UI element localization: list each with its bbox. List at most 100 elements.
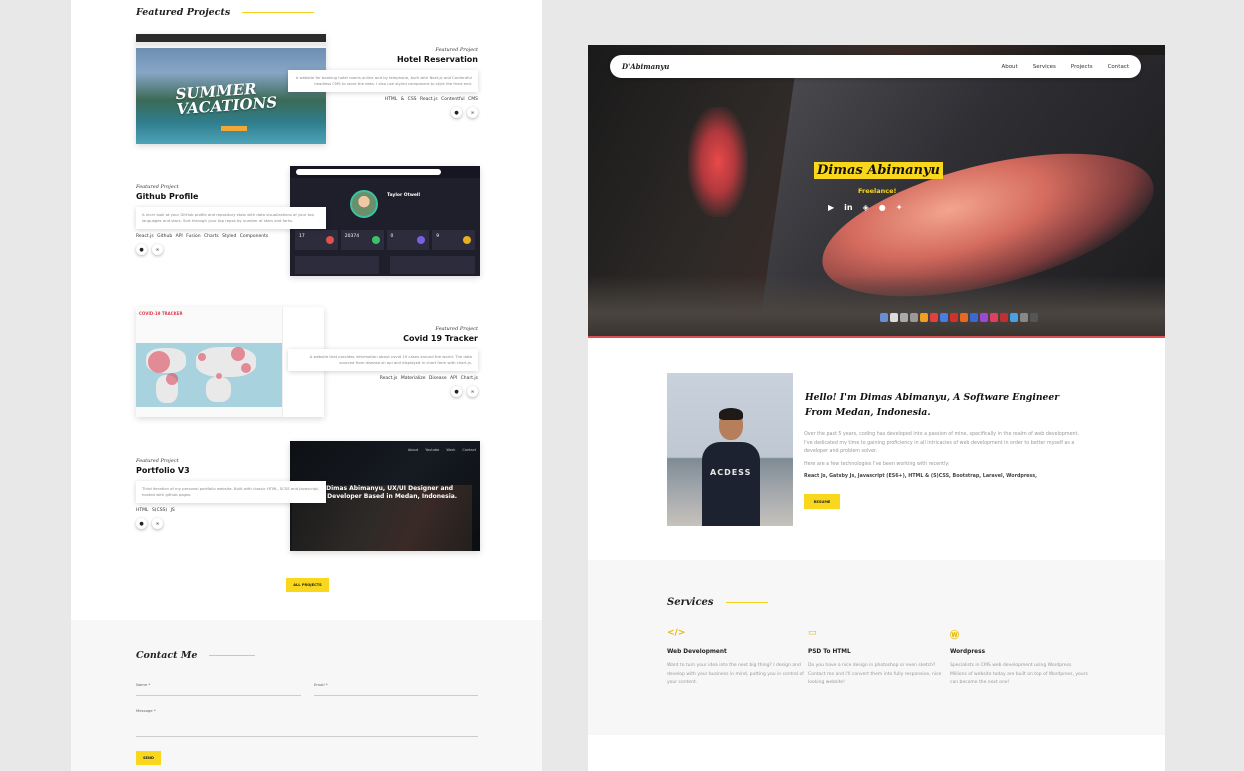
contact-title: Contact Me: [136, 650, 198, 661]
message-field[interactable]: [136, 736, 478, 737]
message-field-label: Message *: [136, 708, 156, 713]
nav-services[interactable]: Services: [1033, 64, 1056, 70]
project-links: ● ∞: [288, 386, 478, 397]
hero-bg-floor: [588, 275, 1165, 338]
project-card-hotel: Featured Project Hotel Reservation A web…: [288, 47, 478, 118]
hero-name: Dimas Abimanyu: [814, 162, 943, 179]
project-links: ● ∞: [136, 518, 326, 529]
project-kicker: Featured Project: [435, 326, 478, 332]
service-description: Specialists in CMS web development using…: [950, 663, 1088, 685]
hero-bg-dock: [880, 313, 1038, 324]
link-icon[interactable]: ∞: [152, 518, 163, 529]
github-icon[interactable]: ●: [451, 107, 462, 118]
code-icon: </>: [667, 628, 686, 638]
heading-underline: [209, 655, 256, 656]
portfolio-home-page: D'Abimanyu About Services Projects Conta…: [588, 45, 1165, 771]
nav-links: About Services Projects Contact: [1001, 64, 1129, 70]
project-links: ● ∞: [288, 107, 478, 118]
brand-logo[interactable]: D'Abimanyu: [622, 62, 669, 71]
services-heading: Services: [667, 597, 768, 608]
top-navbar: D'Abimanyu About Services Projects Conta…: [610, 55, 1141, 78]
nav-projects[interactable]: Projects: [1071, 64, 1093, 70]
github-icon[interactable]: ●: [136, 518, 147, 529]
project-card-github: Featured Project Github Profile A nicer …: [136, 184, 326, 255]
twitter-icon[interactable]: ✦: [896, 203, 903, 212]
project-tech-list: HTML & CSS React.js Contentful CMS: [384, 97, 478, 102]
featured-projects-page: Featured Projects SUMMER VACATIONS Featu…: [71, 0, 542, 771]
project-tech-list: HTML S(CSS) JS: [136, 508, 175, 513]
contact-heading: Contact Me: [136, 650, 256, 661]
service-description: Want to turn your idea into the next big…: [667, 663, 804, 685]
github-icon[interactable]: ●: [879, 203, 886, 212]
service-description: Do you have a nice design in photoshop o…: [808, 663, 942, 685]
thumb-search: [296, 169, 441, 175]
contact-section: Contact Me Name * Email * Message * SEND: [71, 620, 542, 771]
thumb-world-map: [136, 343, 282, 407]
about-paragraph: Over the past 5 years, coding has develo…: [804, 432, 1079, 454]
stat-card: 0: [386, 230, 430, 250]
photo-person: ACDESS: [702, 408, 762, 526]
email-field[interactable]: [314, 695, 478, 696]
thumb-navbar: About Youtube Work Contact: [407, 448, 476, 452]
about-heading: Hello! I'm Dimas Abimanyu, A Software En…: [805, 392, 1060, 418]
thumb-cta: [221, 126, 247, 131]
codepen-icon[interactable]: ◈: [863, 203, 869, 212]
service-web-development: </> Web Development Want to turn your id…: [667, 628, 805, 688]
nav-contact[interactable]: Contact: [1108, 64, 1129, 70]
profile-photo: ACDESS: [667, 373, 793, 526]
project-kicker: Featured Project: [136, 458, 179, 464]
link-icon[interactable]: ∞: [467, 386, 478, 397]
thumb-panel: [295, 256, 379, 274]
project-tech-list: React.js Materialize Disease API Chart.j…: [379, 376, 478, 381]
resume-button[interactable]: RESUME: [804, 494, 840, 509]
project-title: Github Profile: [136, 192, 199, 201]
link-icon[interactable]: ∞: [467, 107, 478, 118]
project-title: Hotel Reservation: [396, 55, 478, 64]
email-field-label: Email *: [314, 682, 328, 687]
hero-bg-lamp: [688, 107, 748, 217]
name-field[interactable]: [136, 695, 301, 696]
service-title: Web Development: [667, 649, 727, 655]
project-title: Portfolio V3: [136, 466, 190, 475]
hero-role: Freelance!: [858, 187, 897, 195]
github-icon[interactable]: ●: [136, 244, 147, 255]
thumb-app-title: COVID-19 TRACKER: [139, 311, 183, 316]
services-section: Services </> Web Development Want to tur…: [588, 560, 1165, 735]
project-description: A nicer look at your GitHub profile and …: [136, 207, 326, 229]
youtube-icon[interactable]: ▶: [828, 203, 834, 212]
monitor-icon: ▭: [808, 628, 817, 638]
featured-projects-heading: Featured Projects: [136, 7, 315, 18]
project-description: A website that provides information abou…: [288, 349, 478, 371]
linkedin-icon[interactable]: in: [844, 203, 852, 212]
about-tech-list: React Js, Gatsby Js, Javascript (ES6+), …: [804, 474, 1037, 479]
avatar: [350, 190, 378, 218]
project-kicker: Featured Project: [435, 47, 478, 53]
wordpress-icon: Ⓦ: [950, 631, 960, 641]
hero-section: D'Abimanyu About Services Projects Conta…: [588, 45, 1165, 338]
featured-projects-title: Featured Projects: [136, 7, 231, 18]
heading-underline: [242, 12, 315, 13]
thumb-panel: [390, 256, 475, 274]
send-button[interactable]: SEND: [136, 751, 161, 765]
stat-card: 9: [432, 230, 475, 250]
services-title: Services: [667, 597, 714, 608]
stat-card: 20374: [340, 230, 384, 250]
service-title: PSD To HTML: [808, 649, 851, 655]
about-tech-intro: Here are a few technologies I've been wo…: [804, 462, 950, 467]
all-projects-button[interactable]: ALL PROJECTS: [286, 578, 329, 592]
project-tech-list: React.js Github API Fusion Charts Styled…: [136, 234, 269, 239]
thumb-profile-name: Taylor Otwell: [387, 193, 421, 198]
github-icon[interactable]: ●: [451, 386, 462, 397]
project-links: ● ∞: [136, 244, 326, 255]
service-title: Wordpress: [950, 649, 986, 655]
name-field-label: Name *: [136, 682, 151, 687]
project-description: Third iteration of my personal portfolio…: [136, 481, 326, 503]
project-kicker: Featured Project: [136, 184, 179, 190]
hero-bottom-line: [588, 336, 1165, 338]
project-title: Covid 19 Tracker: [403, 334, 478, 343]
service-psd-to-html: ▭ PSD To HTML Do you have a nice design …: [808, 628, 946, 688]
nav-about[interactable]: About: [1001, 64, 1017, 70]
heading-underline: [725, 602, 768, 603]
project-description: A website for booking hotel rooms online…: [288, 70, 478, 92]
link-icon[interactable]: ∞: [152, 244, 163, 255]
